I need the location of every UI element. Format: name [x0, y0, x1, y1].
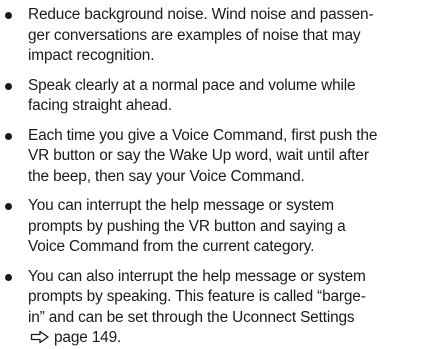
- page-reference-link[interactable]: page 149.: [54, 329, 121, 346]
- bullet-icon: [5, 203, 12, 210]
- list-item: Reduce background noise. Wind noise and …: [0, 5, 436, 67]
- list-item-line: facing straight ahead.: [28, 97, 172, 114]
- bullet-icon: [5, 82, 12, 90]
- list-item: You can interrupt the help message or sy…: [0, 196, 436, 258]
- list-item-line: You can interrupt the help message or sy…: [28, 197, 334, 214]
- bullet-icon: [5, 273, 12, 281]
- bullet-icon: [5, 12, 12, 19]
- list-item-line: prompts by speaking. This feature is cal…: [28, 288, 366, 305]
- list-item-line: impact recognition.: [28, 47, 155, 64]
- list-item: Each time you give a Voice Command, firs…: [0, 126, 436, 188]
- list-item-line: Each time you give a Voice Command, firs…: [28, 126, 378, 144]
- list-item-line: You can also interrupt the help message …: [28, 267, 366, 285]
- instruction-list: Reduce background noise. Wind noise and …: [0, 0, 436, 349]
- list-item-line: Speak clearly at a normal pace and volum…: [28, 76, 356, 94]
- arrow-right-outline-icon: [30, 330, 49, 344]
- list-item-line: in” and can be set through the Uconnect …: [28, 308, 355, 326]
- list-item-line: the beep, then say your Voice Command.: [28, 167, 305, 185]
- list-item-line: Voice Command from the current category.: [28, 238, 315, 255]
- list-item-line: VR button or say the Wake Up word, wait …: [28, 147, 369, 164]
- list-item-line: ger conversations are examples of noise …: [28, 26, 361, 44]
- list-item: Speak clearly at a normal pace and volum…: [0, 76, 436, 117]
- bullet-icon: [5, 132, 12, 140]
- list-item: You can also interrupt the help message …: [0, 267, 436, 349]
- list-item-line: prompts by pushing the VR button and say…: [28, 217, 346, 235]
- list-item-line: Reduce background noise. Wind noise and …: [28, 6, 374, 23]
